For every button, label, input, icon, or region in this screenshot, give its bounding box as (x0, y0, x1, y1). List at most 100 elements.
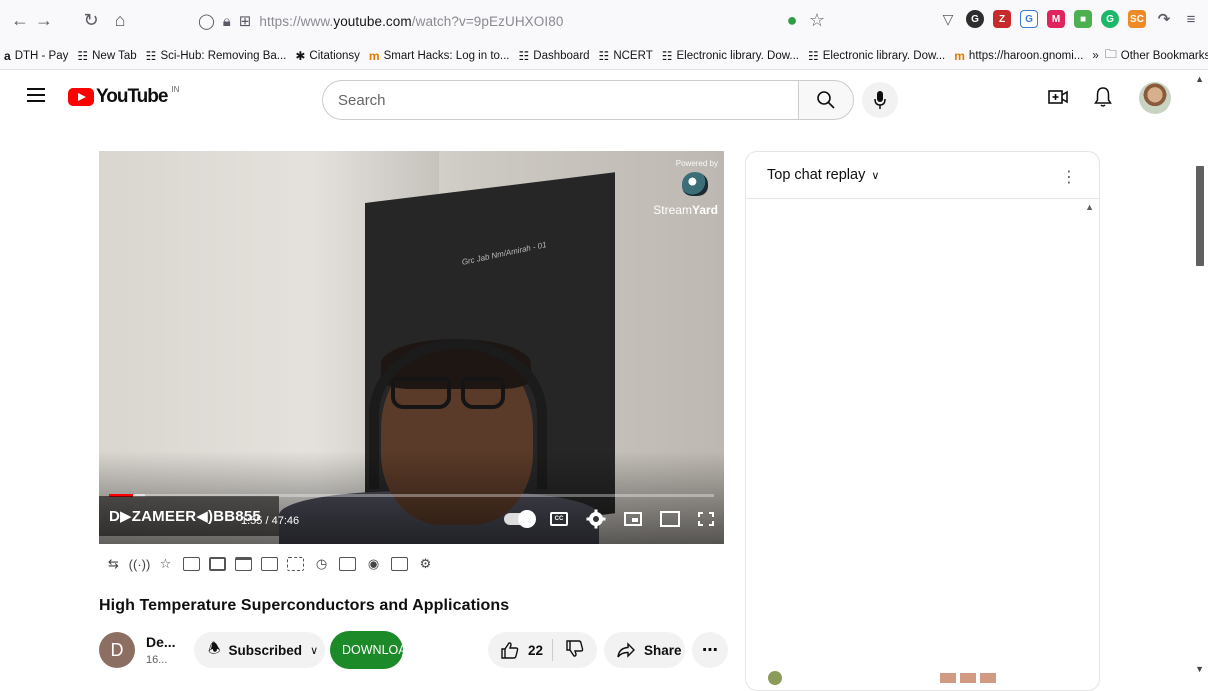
volume-boost-icon[interactable]: ((·)) (129, 556, 151, 573)
globe-icon: ☷ (807, 48, 819, 63)
dislike-button[interactable] (553, 639, 585, 661)
bookmark-item[interactable]: a DTH - Pay (4, 49, 68, 63)
grammarly-like-extension-icon[interactable]: G (966, 10, 984, 28)
channel-name[interactable]: De... (146, 634, 176, 650)
scite-extension-icon[interactable]: SC (1128, 10, 1146, 28)
globe-icon: ☷ (77, 48, 89, 63)
bookmark-item[interactable]: ☷ Electronic library. Dow... (808, 49, 945, 63)
chat-panel: Top chat replay ∨ ⋮ ▲ (745, 151, 1100, 691)
bookmark-item[interactable]: ☷ NCERT (599, 49, 653, 63)
guide-menu-icon[interactable] (27, 88, 45, 102)
bookmark-item[interactable]: m Smart Hacks: Log in to... (369, 49, 510, 63)
bookmark-item[interactable]: ☷ Dashboard (519, 49, 590, 63)
thumbs-up-icon (501, 642, 519, 659)
bookmark-item[interactable]: ✱ Citationsy (295, 49, 360, 63)
zotero-extension-icon[interactable]: Z (993, 10, 1011, 28)
cinema-mode-icon[interactable] (208, 556, 227, 573)
scroll-down-icon[interactable]: ▼ (1195, 664, 1204, 674)
chat-author-avatar (768, 671, 782, 685)
share-button[interactable]: Share (604, 632, 685, 668)
search-input[interactable]: Search (322, 80, 798, 120)
star-icon[interactable]: ☆ (156, 556, 175, 573)
channel-avatar[interactable]: D (99, 632, 135, 668)
download-status-icon[interactable]: ● (781, 10, 803, 31)
account-avatar[interactable] (1139, 82, 1171, 114)
scrollbar-thumb[interactable] (1196, 166, 1204, 266)
miniplayer-icon[interactable] (624, 512, 642, 526)
url-text[interactable]: https://www.youtube.com/watch?v=9pEzUHXO… (259, 14, 563, 29)
back-icon[interactable]: ← (9, 10, 31, 31)
create-button[interactable] (1048, 88, 1068, 111)
grammarly-extension-icon[interactable]: G (1101, 10, 1119, 28)
time-display: 1:55 / 47:46 (241, 515, 300, 527)
reload-icon[interactable]: ↻ (80, 10, 102, 31)
tracking-shield-icon[interactable]: ◯ (198, 12, 215, 30)
subscribed-button[interactable]: 🕭︎ Subscribed ∨ (194, 632, 325, 668)
create-video-icon (1048, 90, 1068, 104)
player-controls: 1:55 / 47:46 CC (99, 507, 724, 537)
notifications-button[interactable] (1094, 86, 1112, 113)
address-bar[interactable]: ◯ 🔒︎ ⊞ https://www.youtube.com/watch?v=9… (198, 6, 812, 36)
ads-blocker-icon[interactable] (182, 556, 201, 573)
youtube-logo[interactable]: YouTube IN (68, 85, 179, 108)
bookmark-item[interactable]: ☷ Electronic library. Dow... (662, 49, 799, 63)
share-arrow-icon (617, 642, 635, 658)
autoplay-toggle[interactable] (504, 510, 536, 528)
add-icon[interactable] (338, 556, 357, 573)
lock-icon[interactable]: 🔒︎ (223, 13, 231, 30)
download-button[interactable]: DOWNLOA (330, 631, 403, 669)
bookmarks-overflow-icon[interactable]: » (1092, 50, 1098, 62)
chat-scroll-up-icon[interactable]: ▲ (1085, 202, 1094, 212)
bookmark-star-icon[interactable]: ☆ (806, 10, 828, 31)
search-button[interactable] (798, 80, 854, 120)
fullscreen-icon[interactable] (698, 512, 714, 526)
globe-icon: ☷ (598, 48, 610, 63)
globe-icon: ☷ (518, 48, 530, 63)
subtitles-icon[interactable]: CC (550, 512, 568, 526)
enhancer-settings-icon[interactable]: ⚙ (416, 556, 435, 573)
amazon-icon: a (4, 48, 11, 63)
permissions-icon[interactable]: ⊞ (239, 12, 252, 30)
scroll-up-icon[interactable]: ▲ (1195, 74, 1204, 84)
screenshot-icon[interactable]: ◉ (364, 556, 383, 573)
speed-icon[interactable]: ◷ (312, 556, 331, 573)
other-bookmarks[interactable]: 🗀︎ Other Bookmarks (1105, 45, 1208, 66)
loop-icon[interactable]: ⇆ (104, 556, 123, 573)
chat-message-peek (768, 671, 996, 685)
share-page-icon[interactable]: ↷ (1155, 10, 1173, 28)
page-scrollbar[interactable] (1192, 70, 1208, 675)
home-icon[interactable]: ⌂ (109, 10, 131, 31)
theater-mode-icon[interactable] (660, 511, 680, 527)
green-extension-icon[interactable]: ■ (1074, 10, 1092, 28)
chat-mode-selector[interactable]: Top chat replay ∨ (767, 167, 879, 183)
voice-search-button[interactable] (862, 82, 898, 118)
keyboard-icon[interactable] (390, 556, 409, 573)
chevron-down-icon: ∨ (871, 170, 880, 182)
youtube-play-icon (68, 88, 94, 106)
pop-up-player-icon[interactable] (286, 556, 305, 573)
menu-icon[interactable]: ≡ (1182, 10, 1200, 28)
bookmark-item[interactable]: ☷ Sci-Hub: Removing Ba... (146, 49, 287, 63)
mendeley-extension-icon[interactable]: M (1047, 10, 1065, 28)
streamyard-watermark: Powered by StreamYard (653, 159, 718, 217)
settings-gear-icon[interactable] (586, 509, 606, 529)
clapperboard-icon[interactable] (234, 556, 253, 573)
more-actions-button[interactable]: ⋯ (692, 632, 728, 668)
video-player[interactable]: Grc Jab Nm/Amirah - 01 Powered by Stream… (99, 151, 724, 544)
bell-icon (1094, 87, 1112, 107)
folder-icon: 🗀︎ (1104, 47, 1117, 61)
pocket-icon[interactable]: ▽ (939, 10, 957, 28)
chat-more-icon[interactable]: ⋮ (1061, 167, 1077, 187)
bookmark-item[interactable]: m https://haroon.gnomi... (954, 49, 1083, 63)
m-icon: m (368, 48, 380, 63)
forward-icon[interactable]: → (33, 10, 55, 31)
more-horizontal-icon: ⋯ (702, 642, 718, 659)
globe-icon: ☷ (661, 48, 673, 63)
subscriber-count: 16... (146, 654, 168, 666)
resize-icon[interactable] (260, 556, 279, 573)
asterisk-icon: ✱ (295, 48, 306, 63)
google-extension-icon[interactable]: G (1020, 10, 1038, 28)
bookmark-item[interactable]: ☷ New Tab (77, 49, 136, 63)
search-icon (817, 91, 835, 109)
like-button[interactable]: 22 (488, 641, 552, 659)
